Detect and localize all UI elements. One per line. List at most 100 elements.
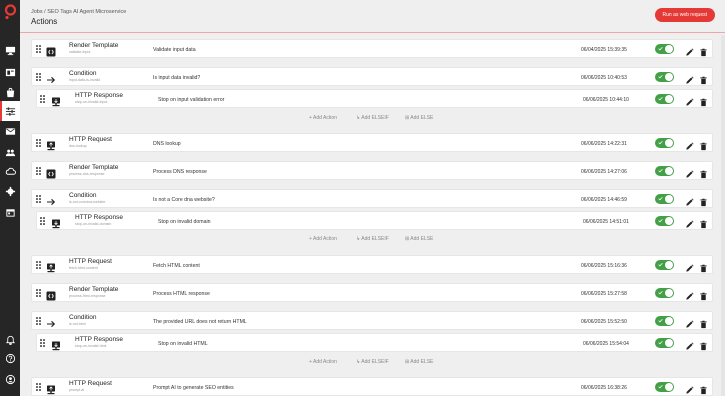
add-else-button[interactable]: ⊞ Add ELSE: [405, 359, 433, 365]
action-row[interactable]: Render Template process-html-response Proc…: [31, 283, 713, 302]
drag-handle-icon[interactable]: [36, 45, 41, 53]
delete-button[interactable]: [699, 166, 709, 179]
sidebar-item-settings[interactable]: [0, 181, 20, 201]
sidebar-item-cloud[interactable]: [0, 161, 20, 181]
drag-handle-icon[interactable]: [40, 339, 45, 347]
enabled-toggle[interactable]: [655, 288, 674, 298]
delete-button[interactable]: [699, 288, 709, 301]
action-description: Process DNS response: [153, 169, 207, 175]
sidebar-item-account[interactable]: [0, 369, 20, 389]
sidebar-item-window[interactable]: [0, 62, 20, 82]
drag-handle-icon[interactable]: [36, 317, 41, 325]
breadcrumb[interactable]: Jobs / SEO Tags AI Agent Microservice: [31, 9, 126, 15]
scrollbar[interactable]: [721, 35, 725, 396]
run-as-web-request-button[interactable]: Run as web request: [654, 8, 715, 22]
action-row[interactable]: HTTP Request fetch-html-content Fetch HTML…: [31, 255, 713, 274]
action-name[interactable]: HTTP Request: [69, 258, 112, 265]
enabled-toggle[interactable]: [655, 338, 674, 348]
action-row[interactable]: HTTP Response stop-on-invalid-domain Stop …: [36, 211, 713, 230]
action-name[interactable]: HTTP Request: [69, 380, 112, 387]
action-name[interactable]: HTTP Request: [69, 136, 112, 143]
delete-button[interactable]: [699, 138, 709, 151]
sidebar-item-monitor[interactable]: [0, 40, 20, 60]
delete-button[interactable]: [699, 382, 709, 395]
enabled-toggle[interactable]: [655, 194, 674, 204]
sidebar-item-mail[interactable]: [0, 121, 20, 141]
sidebar-item-notifications[interactable]: [0, 329, 20, 349]
drag-handle-icon[interactable]: [36, 139, 41, 147]
delete-button[interactable]: [699, 44, 709, 57]
action-slug: stop-on-invalid-input: [75, 100, 108, 104]
edit-button[interactable]: [685, 72, 695, 84]
enabled-toggle[interactable]: [655, 216, 674, 226]
edit-button[interactable]: [685, 316, 695, 328]
add-action-button[interactable]: + Add Action: [309, 115, 337, 121]
add-action-button[interactable]: + Add Action: [309, 359, 337, 365]
edit-button[interactable]: [685, 338, 695, 350]
edit-button[interactable]: [685, 382, 695, 394]
delete-button[interactable]: [699, 338, 709, 351]
drag-handle-icon[interactable]: [40, 95, 45, 103]
delete-button[interactable]: [699, 94, 709, 107]
enabled-toggle[interactable]: [655, 94, 674, 104]
enabled-toggle[interactable]: [655, 382, 674, 392]
action-name[interactable]: HTTP Response: [75, 336, 123, 343]
action-name[interactable]: Render Template: [69, 42, 118, 49]
sidebar-item-users[interactable]: [0, 142, 20, 162]
enabled-toggle[interactable]: [655, 44, 674, 54]
sidebar-item-calendar[interactable]: [0, 202, 20, 222]
delete-button[interactable]: [699, 72, 709, 85]
edit-button[interactable]: [685, 288, 695, 300]
action-name[interactable]: Render Template: [69, 164, 118, 171]
add-elseif-button[interactable]: ↳ Add ELSEIF: [356, 236, 389, 242]
trash-icon: [700, 142, 707, 151]
edit-button[interactable]: [685, 44, 695, 56]
drag-handle-icon[interactable]: [36, 167, 41, 175]
action-row[interactable]: HTTP Response stop-on-invalid-html Stop on…: [36, 333, 713, 352]
action-row[interactable]: HTTP Response stop-on-invalid-input Stop o…: [36, 89, 713, 108]
action-row[interactable]: Render Template process-dns-response Proce…: [31, 161, 713, 180]
enabled-toggle[interactable]: [655, 138, 674, 148]
edit-button[interactable]: [685, 138, 695, 150]
drag-handle-icon[interactable]: [36, 383, 41, 391]
action-row[interactable]: HTTP Request dns-lookup DNS lookup 06/06/20…: [31, 133, 713, 152]
sidebar-item-help[interactable]: [0, 348, 20, 368]
delete-button[interactable]: [699, 216, 709, 229]
drag-handle-icon[interactable]: [36, 195, 41, 203]
delete-button[interactable]: [699, 194, 709, 207]
drag-handle-icon[interactable]: [36, 289, 41, 297]
add-elseif-button[interactable]: ↳ Add ELSEIF: [356, 115, 389, 121]
delete-button[interactable]: [699, 316, 709, 329]
action-name[interactable]: Condition: [69, 70, 96, 77]
action-row[interactable]: Condition is-not-html The provided URL doe…: [31, 311, 713, 330]
edit-button[interactable]: [685, 260, 695, 272]
action-name[interactable]: HTTP Response: [75, 92, 123, 99]
drag-handle-icon[interactable]: [36, 261, 41, 269]
action-row[interactable]: Render Template validate-input Validate in…: [31, 39, 713, 58]
add-else-button[interactable]: ⊞ Add ELSE: [405, 236, 433, 242]
drag-handle-icon[interactable]: [36, 73, 41, 81]
add-elseif-button[interactable]: ↳ Add ELSEIF: [356, 359, 389, 365]
sidebar-item-actions[interactable]: [0, 101, 20, 121]
action-name[interactable]: HTTP Response: [75, 214, 123, 221]
add-else-button[interactable]: ⊞ Add ELSE: [405, 115, 433, 121]
action-row[interactable]: HTTP Request prompt-ai Prompt AI to genera…: [31, 377, 713, 396]
drag-handle-icon[interactable]: [40, 217, 45, 225]
enabled-toggle[interactable]: [655, 72, 674, 82]
add-action-button[interactable]: + Add Action: [309, 236, 337, 242]
enabled-toggle[interactable]: [655, 166, 674, 176]
action-name[interactable]: Render Template: [69, 286, 118, 293]
edit-button[interactable]: [685, 216, 695, 228]
action-description: The provided URL does not return HTML: [153, 319, 247, 325]
edit-button[interactable]: [685, 194, 695, 206]
edit-button[interactable]: [685, 166, 695, 178]
action-name[interactable]: Condition: [69, 192, 96, 199]
action-row[interactable]: Condition input-data-is-invalid Is input d…: [31, 67, 713, 86]
enabled-toggle[interactable]: [655, 260, 674, 270]
action-name[interactable]: Condition: [69, 314, 96, 321]
sidebar-item-bag[interactable]: [0, 82, 20, 102]
edit-button[interactable]: [685, 94, 695, 106]
enabled-toggle[interactable]: [655, 316, 674, 326]
action-row[interactable]: Condition is-not-coredna-website Is not a …: [31, 189, 713, 208]
delete-button[interactable]: [699, 260, 709, 273]
